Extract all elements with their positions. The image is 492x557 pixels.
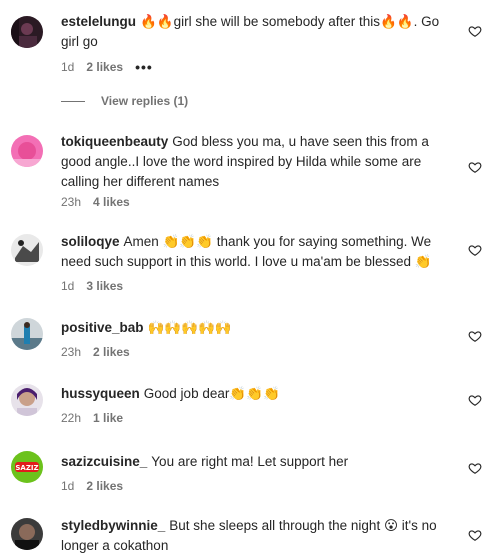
- like-count[interactable]: 4 likes: [93, 195, 130, 209]
- fire-emoji: 🔥🔥: [379, 14, 414, 29]
- comment-time: 22h: [61, 411, 82, 425]
- like-count[interactable]: 2 likes: [93, 345, 130, 359]
- heart-outline-icon[interactable]: [468, 243, 482, 257]
- comment-username[interactable]: sazizcuisine_: [61, 454, 147, 469]
- heart-outline-icon[interactable]: [468, 160, 482, 174]
- raising-hands-emoji: 🙌🙌🙌🙌🙌: [147, 320, 232, 335]
- view-replies-label[interactable]: View replies (1): [101, 94, 188, 108]
- heart-outline-icon[interactable]: [468, 461, 482, 475]
- heart-outline-icon[interactable]: [468, 528, 482, 542]
- brand-logo-text: SAZIZ: [15, 464, 38, 472]
- heart-outline-icon[interactable]: [468, 329, 482, 343]
- avatar[interactable]: [11, 135, 43, 167]
- comment-time: 1d: [61, 279, 75, 293]
- heart-outline-icon[interactable]: [468, 24, 482, 38]
- heart-outline-icon[interactable]: [468, 393, 482, 407]
- surprised-face-emoji: 😮: [383, 518, 399, 533]
- clap-emoji: 👏: [414, 254, 432, 269]
- comment-time: 23h: [61, 195, 82, 209]
- like-count[interactable]: 3 likes: [86, 279, 123, 293]
- comment-time: 1d: [61, 60, 75, 74]
- more-dots-icon[interactable]: •••: [135, 59, 153, 75]
- avatar[interactable]: [11, 384, 43, 416]
- view-replies-button[interactable]: View replies (1): [61, 94, 188, 108]
- comment-text: You are right ma! Let support her: [151, 454, 349, 469]
- comment-text: Good job dear: [143, 386, 230, 401]
- clap-emoji: 👏👏👏: [162, 234, 213, 249]
- avatar[interactable]: [11, 16, 43, 48]
- like-count[interactable]: 1 like: [93, 411, 123, 425]
- comment-username[interactable]: tokiqueenbeauty: [61, 134, 168, 149]
- comment-username[interactable]: hussyqueen: [61, 386, 140, 401]
- comment-username[interactable]: positive_bab: [61, 320, 144, 335]
- avatar[interactable]: [11, 234, 43, 266]
- comment-username[interactable]: styledbywinnie_: [61, 518, 165, 533]
- comment-text: girl she will be somebody after this: [173, 14, 380, 29]
- comment-time: 1d: [61, 479, 75, 493]
- clap-emoji: 👏👏👏: [229, 386, 280, 401]
- avatar[interactable]: SAZIZ: [11, 451, 43, 483]
- fire-emoji: 🔥🔥: [140, 14, 174, 29]
- comment-text: Amen: [123, 234, 159, 249]
- like-count[interactable]: 2 likes: [86, 479, 123, 493]
- comment-time: 23h: [61, 345, 82, 359]
- like-count[interactable]: 2 likes: [86, 60, 123, 74]
- avatar[interactable]: [11, 318, 43, 350]
- comment-username[interactable]: soliloqye: [61, 234, 120, 249]
- comment-username[interactable]: estelelungu: [61, 14, 136, 29]
- replies-divider: [61, 100, 85, 102]
- comment-text: But she sleeps all through the night: [169, 518, 384, 533]
- avatar[interactable]: [11, 518, 43, 550]
- comments-list: estelelungu 🔥🔥girl she will be somebody a…: [0, 0, 492, 557]
